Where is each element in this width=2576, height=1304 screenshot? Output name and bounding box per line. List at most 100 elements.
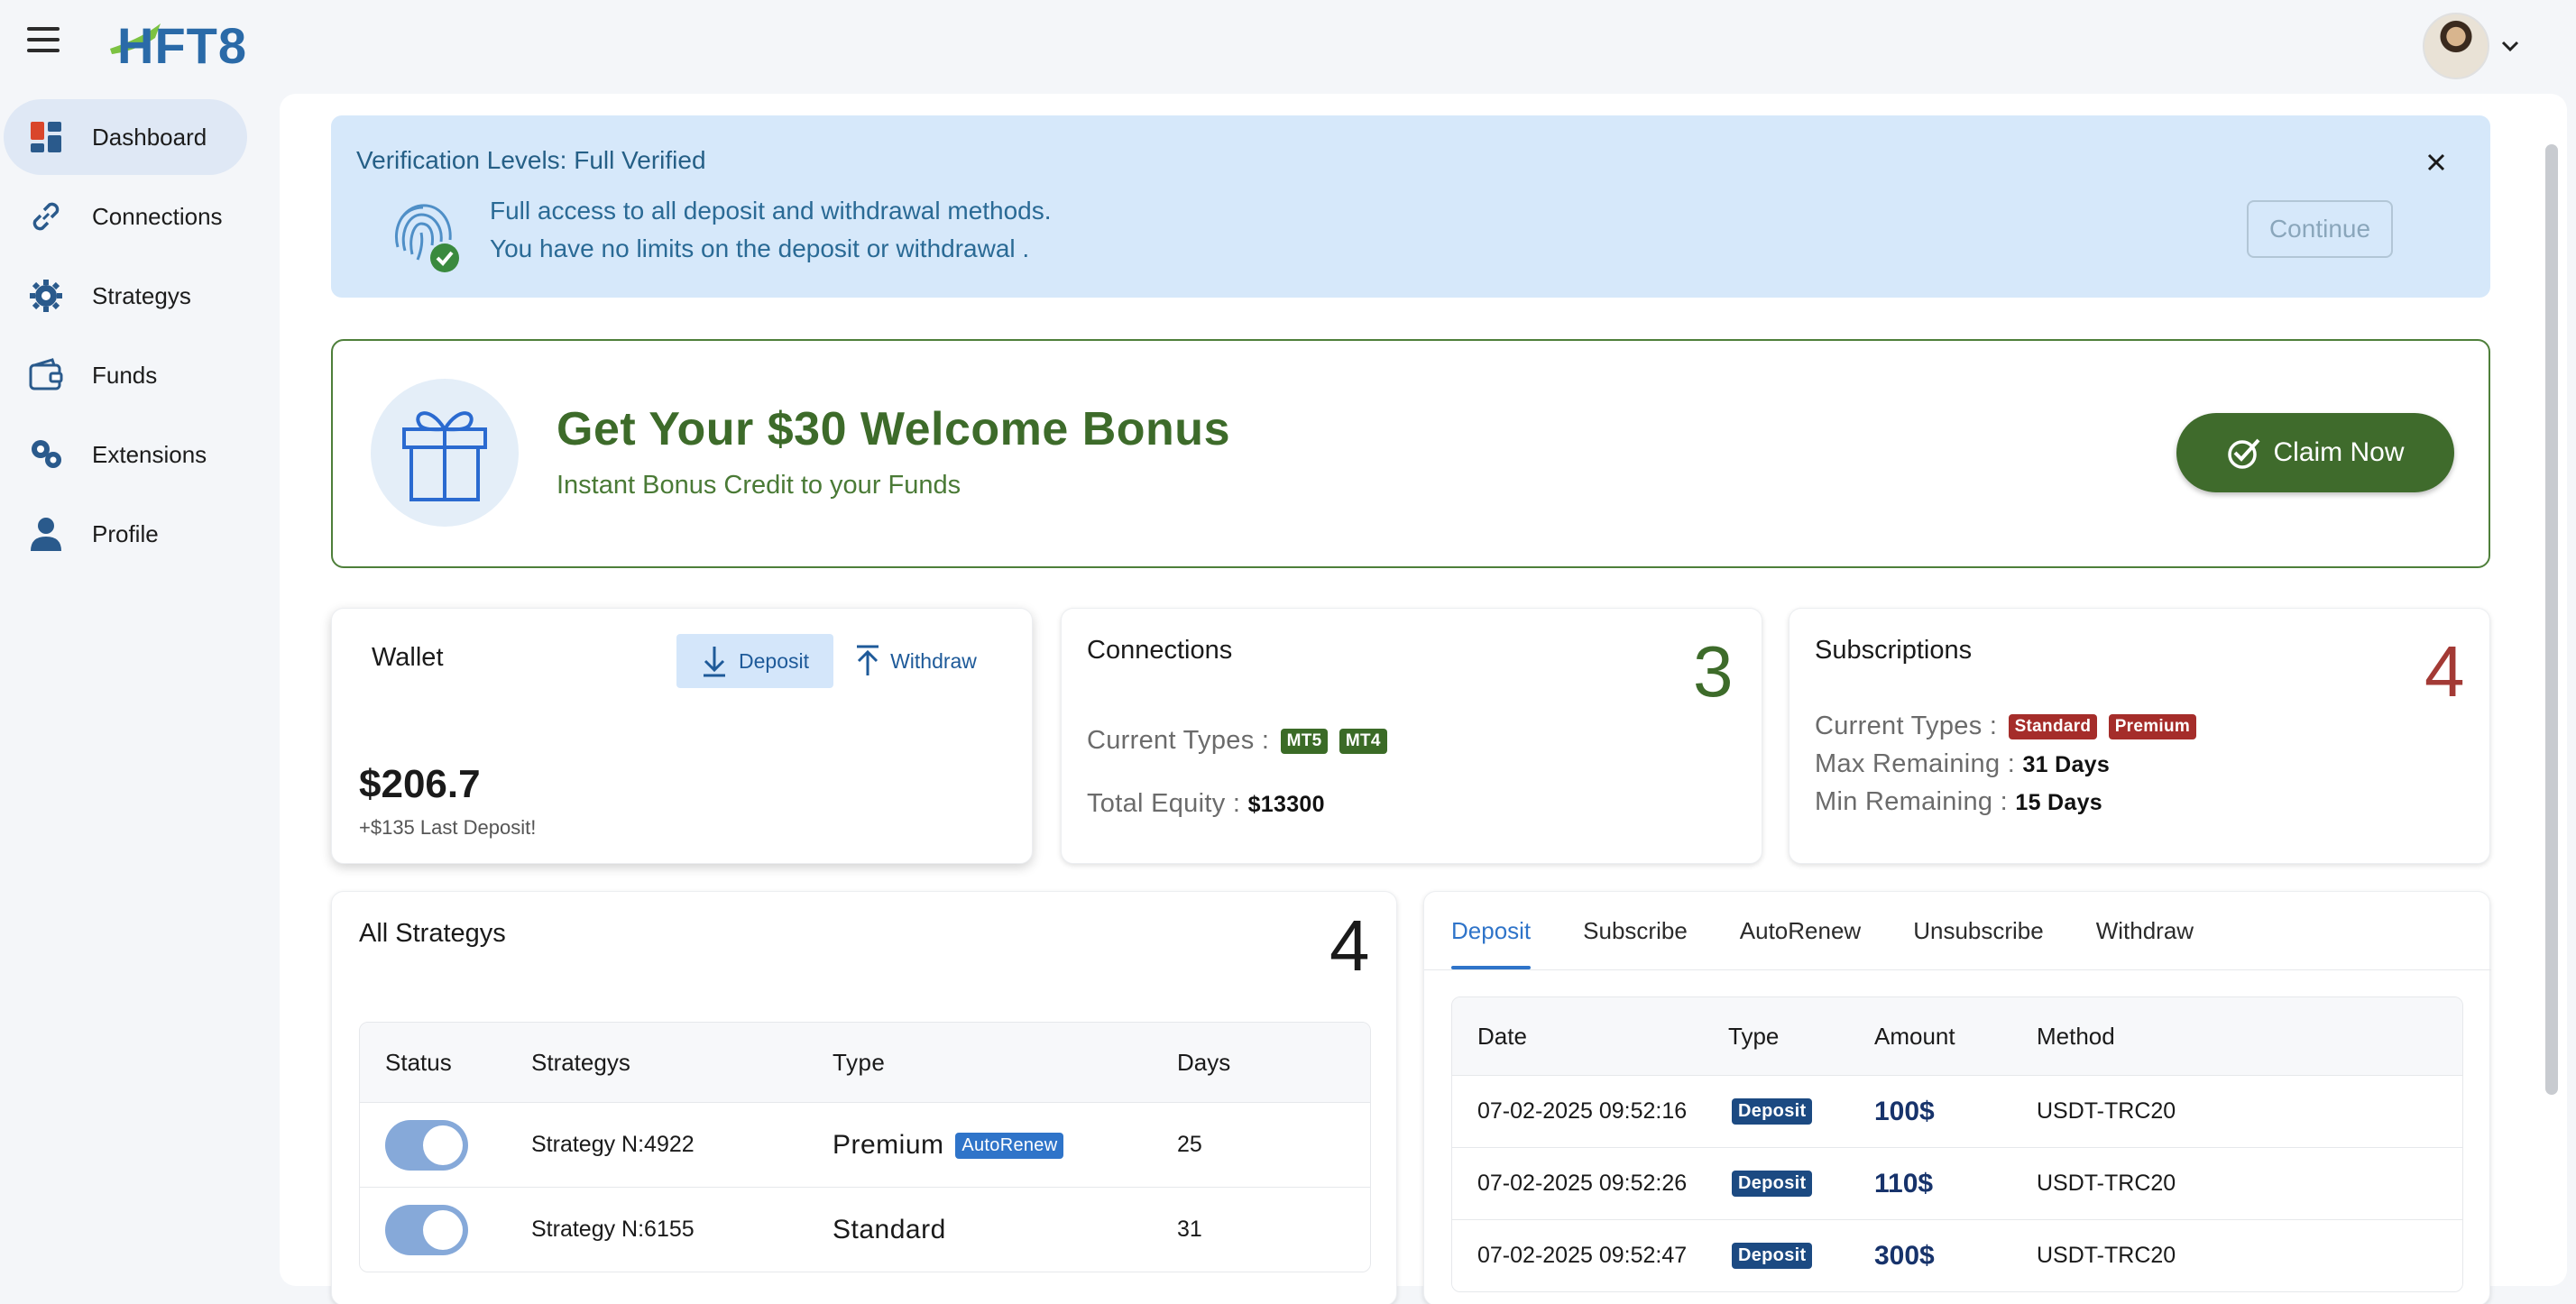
sidebar: Dashboard Connections Strategys Funds Ex… xyxy=(0,99,262,575)
verification-line-2: You have no limits on the deposit or wit… xyxy=(490,234,1030,262)
tx-type-cell: Deposit xyxy=(1728,1098,1874,1125)
tab-withdraw[interactable]: Withdraw xyxy=(2096,892,2194,969)
type-badge: Premium xyxy=(2108,714,2197,740)
connections-title: Connections xyxy=(1087,636,1233,665)
svg-text:HFT8: HFT8 xyxy=(117,17,247,74)
table-header: Status Strategys Type Days xyxy=(360,1023,1370,1102)
tx-type-badge: Deposit xyxy=(1732,1243,1813,1269)
strategy-type-cell: Premium AutoRenew xyxy=(833,1130,1177,1161)
tx-amount: 300$ xyxy=(1874,1240,1935,1271)
column-header: Amount xyxy=(1874,1022,1955,1050)
table-header: Date Type Amount Method xyxy=(1452,997,2462,1075)
transaction-tabs: Deposit Subscribe AutoRenew Unsubscribe … xyxy=(1451,892,2194,969)
hamburger-menu-icon[interactable] xyxy=(27,27,60,52)
strategys-count: 4 xyxy=(1329,905,1370,986)
column-header: Type xyxy=(1728,1022,1780,1050)
status-toggle[interactable] xyxy=(385,1119,468,1171)
column-header: Method xyxy=(2037,1022,2115,1050)
min-remaining-label: Min Remaining : xyxy=(1815,787,2009,816)
subscriptions-title: Subscriptions xyxy=(1815,636,1973,665)
tab-unsubscribe[interactable]: Unsubscribe xyxy=(1913,892,2044,969)
check-badge-icon xyxy=(2228,438,2260,469)
tab-autorenew[interactable]: AutoRenew xyxy=(1740,892,1861,969)
sidebar-item-connections[interactable]: Connections xyxy=(0,179,247,254)
status-cell xyxy=(360,1119,531,1171)
tx-type-cell: Deposit xyxy=(1728,1243,1874,1269)
user-menu[interactable] xyxy=(2423,13,2520,79)
autorenew-badge: AutoRenew xyxy=(955,1133,1064,1160)
connections-count: 3 xyxy=(1693,631,1734,712)
type-badge: Standard xyxy=(2008,714,2098,740)
tx-amount: 110$ xyxy=(1874,1168,1934,1198)
wallet-last-deposit: +$135 Last Deposit! xyxy=(359,816,537,839)
bonus-title: Get Your $30 Welcome Bonus xyxy=(557,403,1230,455)
table-row: Strategy N:6155 Standard 31 xyxy=(360,1187,1370,1272)
bonus-subtitle: Instant Bonus Credit to your Funds xyxy=(557,471,961,500)
sidebar-item-dashboard[interactable]: Dashboard xyxy=(4,99,247,175)
verification-line-1: Full access to all deposit and withdrawa… xyxy=(490,197,1052,225)
column-header: Status xyxy=(385,1048,452,1076)
gift-icon-circle xyxy=(371,379,519,527)
sidebar-item-strategys[interactable]: Strategys xyxy=(0,258,247,334)
column-header: Strategys xyxy=(531,1048,630,1076)
person-icon xyxy=(31,518,61,551)
status-cell xyxy=(360,1204,531,1255)
transactions-table: Date Type Amount Method 07-02-2025 09:52… xyxy=(1451,996,2463,1292)
strategy-type-cell: Standard xyxy=(833,1215,1177,1245)
wallet-card: Wallet Deposit Withdraw $206.7 +$135 Las… xyxy=(331,608,1033,864)
table-row: 07-02-2025 09:52:47 Deposit 300$ USDT-TR… xyxy=(1452,1219,2462,1291)
column-header: Days xyxy=(1177,1048,1231,1076)
sidebar-item-label: Funds xyxy=(92,361,158,389)
tx-type-badge: Deposit xyxy=(1732,1171,1813,1197)
tabs-divider xyxy=(1424,969,2491,970)
equity-label: Total Equity : xyxy=(1087,789,1241,818)
equity-value: $13300 xyxy=(1247,792,1325,817)
close-icon[interactable] xyxy=(2424,150,2449,175)
deposit-button[interactable]: Deposit xyxy=(676,634,833,688)
chevron-down-icon[interactable] xyxy=(2500,36,2520,56)
withdraw-label: Withdraw xyxy=(890,648,977,673)
hft8-logo[interactable]: HFT8 xyxy=(106,11,260,74)
link-icon xyxy=(32,202,60,231)
deposit-label: Deposit xyxy=(739,648,809,673)
connections-types-label: Current Types : xyxy=(1087,726,1270,755)
table-row: 07-02-2025 09:52:16 Deposit 100$ USDT-TR… xyxy=(1452,1075,2462,1147)
gear-strategy-icon xyxy=(30,280,62,312)
type-badge: MT5 xyxy=(1280,729,1329,755)
wallet-balance: $206.7 xyxy=(359,762,481,806)
claim-label: Claim Now xyxy=(2273,437,2405,467)
sidebar-item-extensions[interactable]: Extensions xyxy=(0,417,247,492)
fingerprint-verified-icon xyxy=(395,204,459,272)
tx-type-badge: Deposit xyxy=(1732,1098,1813,1125)
strategys-table: Status Strategys Type Days Strategy N:49… xyxy=(359,1022,1371,1272)
min-remaining-row: Min Remaining : 15 Days xyxy=(1815,787,2102,817)
user-avatar[interactable] xyxy=(2423,13,2489,79)
claim-now-button[interactable]: Claim Now xyxy=(2176,413,2454,492)
strategy-name: Strategy N:6155 xyxy=(531,1217,695,1242)
sidebar-item-label: Profile xyxy=(92,519,159,547)
page-scrollbar[interactable] xyxy=(2545,144,2558,1095)
sidebar-item-funds[interactable]: Funds xyxy=(0,337,247,413)
tab-deposit[interactable]: Deposit xyxy=(1451,892,1532,969)
strategy-type: Standard xyxy=(833,1214,946,1244)
sidebar-item-label: Dashboard xyxy=(92,123,207,151)
subscriptions-types-row: Current Types : Standard Premium xyxy=(1815,712,2197,741)
sidebar-item-profile[interactable]: Profile xyxy=(0,496,247,572)
gift-icon xyxy=(402,411,487,501)
verification-title: Verification Levels: Full Verified xyxy=(356,146,706,174)
withdraw-button[interactable]: Withdraw xyxy=(848,634,983,688)
connections-card: Connections 3 Current Types : MT5 MT4 To… xyxy=(1061,608,1762,864)
subscriptions-card: Subscriptions 4 Current Types : Standard… xyxy=(1789,608,2490,864)
tab-subscribe[interactable]: Subscribe xyxy=(1583,892,1688,969)
table-row: Strategy N:4922 Premium AutoRenew 25 xyxy=(360,1102,1370,1187)
tx-method: USDT-TRC20 xyxy=(2037,1098,2176,1124)
sidebar-item-label: Strategys xyxy=(92,281,191,309)
strategy-type: Premium xyxy=(833,1129,944,1160)
strategys-title: All Strategys xyxy=(359,919,506,948)
continue-button[interactable]: Continue xyxy=(2247,200,2393,258)
transactions-card: Deposit Subscribe AutoRenew Unsubscribe … xyxy=(1423,891,2491,1304)
strategy-days: 25 xyxy=(1177,1132,1202,1157)
status-toggle[interactable] xyxy=(385,1204,468,1255)
welcome-bonus-card: Get Your $30 Welcome Bonus Instant Bonus… xyxy=(331,339,2490,568)
sidebar-item-label: Extensions xyxy=(92,440,207,468)
